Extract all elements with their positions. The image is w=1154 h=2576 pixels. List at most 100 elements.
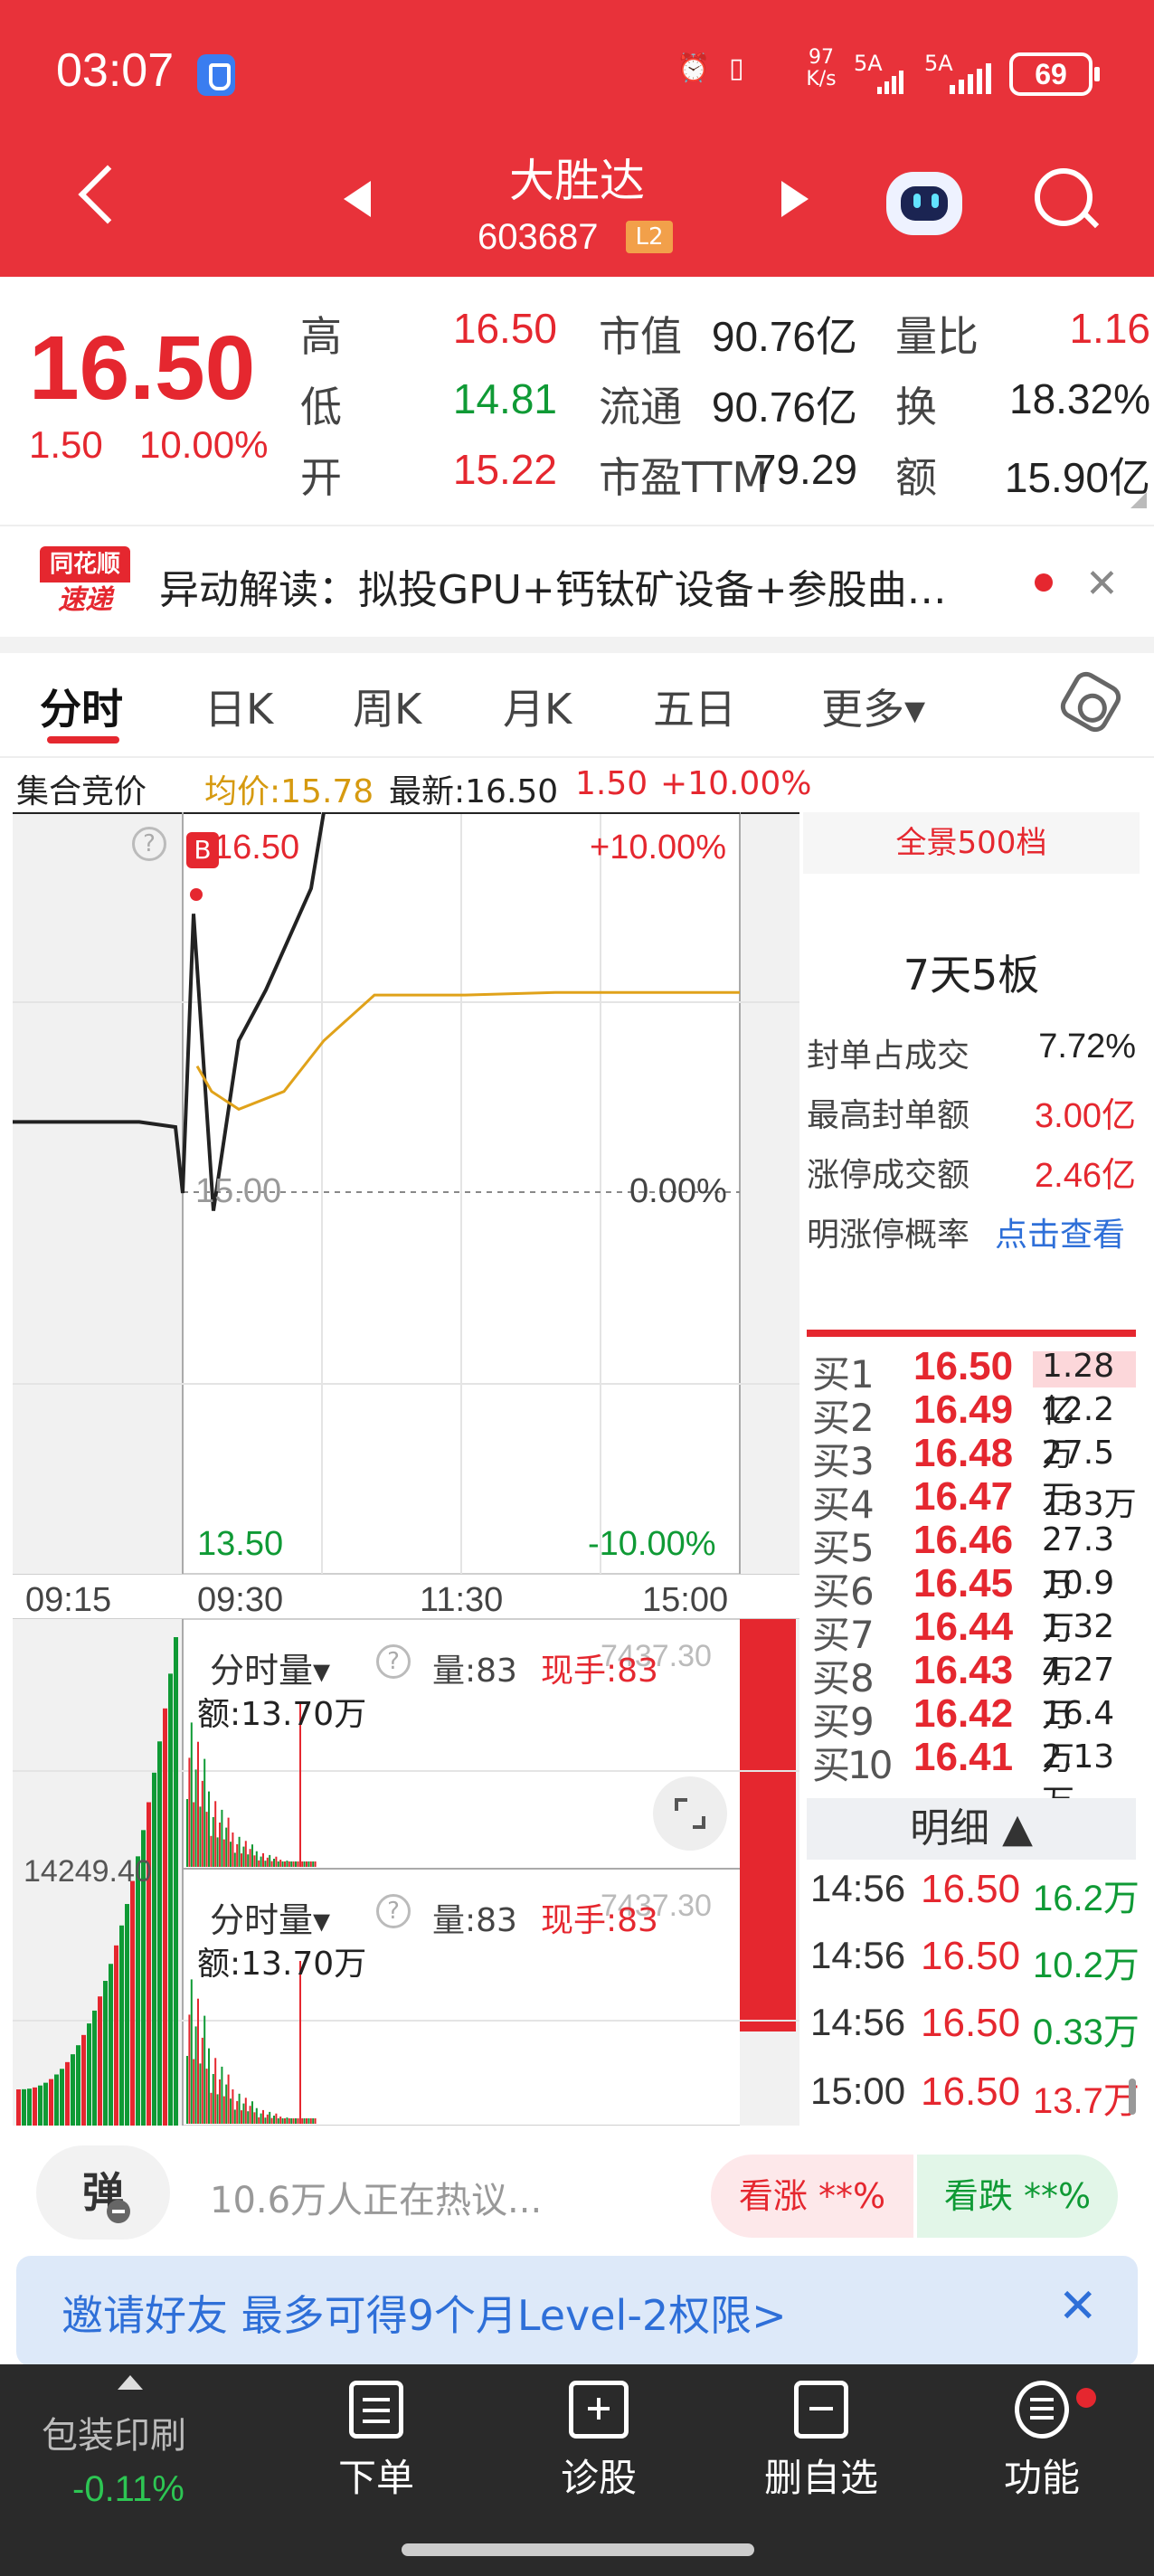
bid-row[interactable]: 买4 16.47 133万 bbox=[812, 1474, 1138, 1527]
order-book-panel: 全景500档 7天5板 封单占成交 7.72% 最高封单额 3.00亿 涨停成交… bbox=[803, 812, 1140, 2126]
tab-monthly-k[interactable]: 月K bbox=[503, 677, 572, 736]
volume-indicator-select[interactable]: 分时量▾ bbox=[210, 1892, 330, 1942]
search-button[interactable] bbox=[1035, 168, 1093, 226]
bid-row[interactable]: 买8 16.43 4.27万 bbox=[812, 1648, 1138, 1734]
divider bbox=[0, 525, 1154, 526]
y-top-price: 16.50 bbox=[213, 829, 300, 867]
volume-bar bbox=[199, 2063, 202, 2124]
volume-bar bbox=[201, 1780, 203, 1867]
danmaku-toggle-button[interactable]: 弹 bbox=[36, 2145, 170, 2240]
panorama-500-button[interactable]: 全景500档 bbox=[803, 812, 1140, 874]
vote-bearish-button[interactable]: 看跌 **% bbox=[917, 2155, 1118, 2238]
bid-row[interactable]: 买2 16.49 12.2万 bbox=[812, 1387, 1138, 1473]
volume-bar bbox=[208, 2048, 210, 2124]
tab-five-day[interactable]: 五日 bbox=[653, 677, 736, 736]
auction-volume-bar bbox=[125, 1904, 129, 2126]
volume-bar bbox=[303, 1861, 306, 1867]
invite-close-button[interactable]: ✕ bbox=[1058, 2279, 1098, 2334]
buy-marker-dot bbox=[190, 888, 203, 901]
low-label: 低 bbox=[300, 383, 342, 431]
volume-bar bbox=[292, 1861, 295, 1867]
vote-bullish-button[interactable]: 看涨 **% bbox=[711, 2155, 913, 2238]
bid-row[interactable]: 买9 16.42 16.4万 bbox=[812, 1691, 1138, 1777]
nav-functions-button[interactable]: 功能 bbox=[951, 2381, 1132, 2503]
view-probability-link[interactable]: 点击查看 bbox=[995, 1208, 1125, 1255]
volume-bar bbox=[186, 1799, 188, 1867]
nav-order-button[interactable]: 下单 bbox=[286, 2381, 467, 2503]
volume-bar bbox=[188, 1757, 191, 1867]
nav-diagnose-button[interactable]: 诊股 bbox=[508, 2381, 689, 2503]
nav-remove-watchlist-button[interactable]: 删自选 bbox=[731, 2381, 912, 2503]
tab-intraday[interactable]: 分时 bbox=[40, 677, 123, 736]
back-button[interactable] bbox=[72, 163, 118, 226]
volume-bar bbox=[222, 2096, 225, 2124]
high-value: 16.50 bbox=[452, 305, 557, 352]
trade-tick-row: 14:56 16.50 0.33万 bbox=[810, 2001, 1140, 2052]
help-icon[interactable]: ? bbox=[376, 1894, 411, 1928]
auction-label: 集合竞价 bbox=[16, 773, 147, 810]
bid-row[interactable]: 买1016.412.13万 bbox=[812, 1735, 1138, 1821]
volume-bar bbox=[236, 1843, 239, 1867]
discussion-count[interactable]: 10.6万人正在热议... bbox=[210, 2171, 542, 2223]
shield-icon bbox=[197, 54, 235, 96]
bid-row[interactable]: 买5 16.46 27.3万 bbox=[812, 1518, 1138, 1604]
volume-indicator-select[interactable]: 分时量▾ bbox=[210, 1643, 330, 1692]
volume-bar bbox=[210, 2092, 213, 2124]
invite-text[interactable]: 邀请好友 最多可得9个月Level-2权限> bbox=[61, 2283, 787, 2343]
volume-bar bbox=[244, 1841, 247, 1867]
help-icon[interactable]: ? bbox=[132, 827, 166, 861]
tab-daily-k[interactable]: 日K bbox=[204, 677, 273, 736]
auction-volume-bar bbox=[43, 2082, 48, 2126]
low-value: 14.81 bbox=[452, 375, 557, 422]
volume-bar bbox=[258, 1860, 260, 1867]
volume-bar bbox=[242, 2103, 245, 2124]
volume-ratio-label: 量比 bbox=[895, 312, 979, 361]
sector-name[interactable]: 包装印刷 bbox=[42, 2406, 186, 2458]
auction-volume-bar bbox=[76, 2045, 80, 2126]
intraday-chart[interactable] bbox=[13, 812, 799, 2126]
next-stock-button[interactable] bbox=[781, 181, 809, 217]
amount-value: 额:13.70万 bbox=[197, 1696, 367, 1733]
auction-volume-bar bbox=[114, 1945, 118, 2126]
max-seal-value: 3.00亿 bbox=[1035, 1097, 1136, 1135]
auction-volume-bar bbox=[60, 2069, 64, 2126]
settings-icon[interactable] bbox=[1055, 667, 1126, 737]
prev-stock-button[interactable] bbox=[344, 181, 371, 217]
auction-volume-bar bbox=[54, 2074, 59, 2126]
volume-bar bbox=[216, 1837, 219, 1867]
tab-more[interactable]: 更多▾ bbox=[821, 677, 925, 736]
y-mid-price: 15.00 bbox=[195, 1172, 282, 1210]
bid-row[interactable]: 买3 16.48 27.5万 bbox=[812, 1431, 1138, 1517]
home-indicator[interactable] bbox=[402, 2543, 754, 2556]
bid-divider bbox=[807, 1330, 1136, 1337]
volume-bar bbox=[232, 2089, 234, 2124]
volume-bar bbox=[194, 2026, 197, 2124]
volume-bar bbox=[286, 1861, 288, 1867]
volume-bar bbox=[269, 2111, 271, 2124]
section-divider bbox=[0, 637, 1154, 653]
trade-detail-header[interactable]: 明细 ▲ bbox=[807, 1798, 1136, 1860]
volume-bar bbox=[225, 2084, 228, 2124]
auction-volume-bar bbox=[98, 1996, 102, 2126]
news-headline[interactable]: 异动解读：拟投GPU+钙钛矿设备+参股曲… bbox=[159, 557, 1018, 615]
bid-row[interactable]: 买7 16.44 1.32万 bbox=[812, 1605, 1138, 1690]
fullscreen-button[interactable] bbox=[653, 1776, 727, 1851]
help-icon[interactable]: ? bbox=[376, 1644, 411, 1679]
volume-bar bbox=[312, 2118, 315, 2124]
chevron-up-icon[interactable] bbox=[118, 2375, 143, 2390]
bid-row[interactable]: 买6 16.45 10.9万 bbox=[812, 1561, 1138, 1647]
volume-bar bbox=[290, 1861, 293, 1867]
volume-bar bbox=[244, 2098, 247, 2124]
tab-weekly-k[interactable]: 周K bbox=[353, 677, 421, 736]
auction-volume-bar bbox=[71, 2054, 75, 2126]
bid-row[interactable]: 买1 16.50 1.28亿 bbox=[812, 1344, 1138, 1430]
scrollbar[interactable] bbox=[1129, 2079, 1136, 2115]
news-logo: 同花顺 速递 bbox=[40, 546, 130, 619]
volume-bar bbox=[230, 2098, 232, 2124]
volume-bar bbox=[225, 1827, 228, 1867]
volume-bar bbox=[301, 1861, 304, 1867]
expand-corner-icon[interactable] bbox=[1130, 492, 1147, 508]
divider bbox=[0, 756, 1154, 758]
turnover-value: 18.32% bbox=[1008, 375, 1150, 422]
news-close-button[interactable]: ✕ bbox=[1085, 561, 1119, 607]
